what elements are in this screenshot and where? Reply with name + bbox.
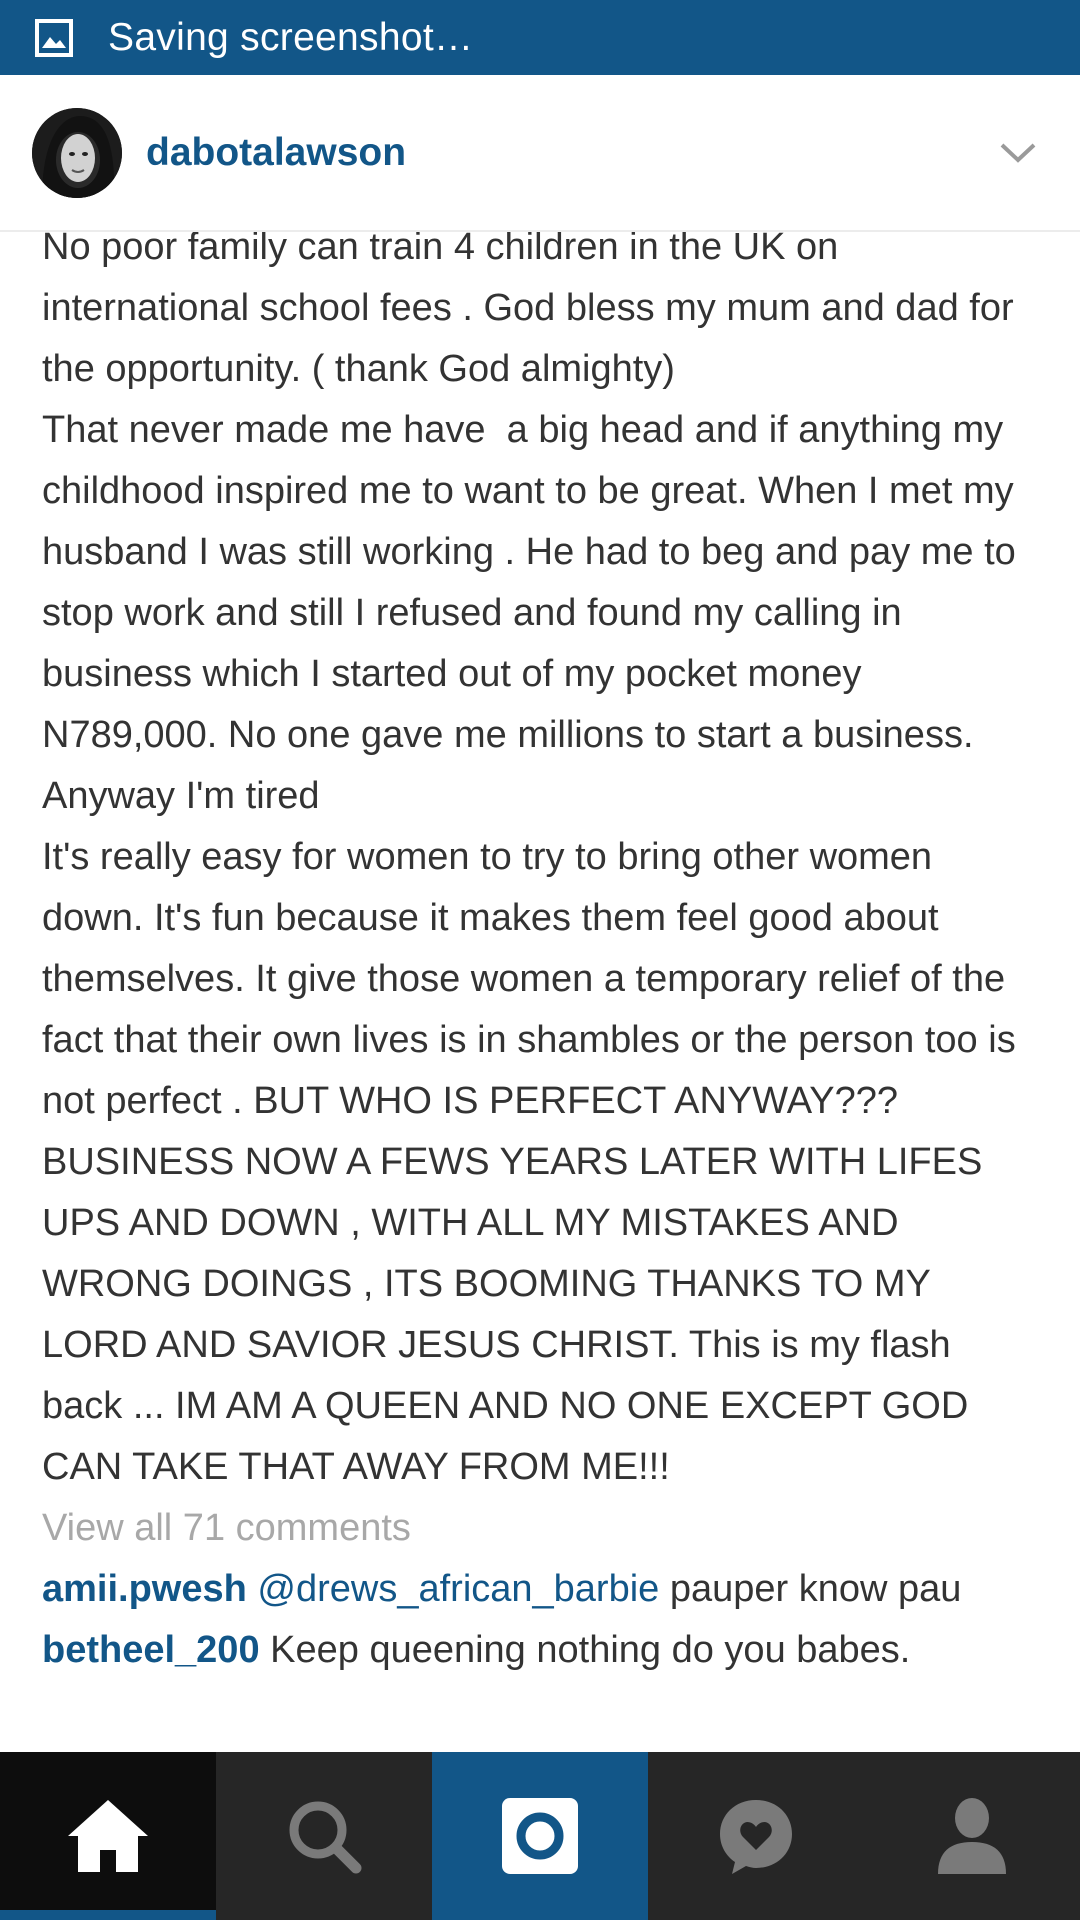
nav-home[interactable] bbox=[0, 1752, 216, 1920]
comment-text: Keep queening nothing do you babes. bbox=[259, 1629, 911, 1671]
nav-search[interactable] bbox=[216, 1752, 432, 1920]
post-username[interactable]: dabotalawson bbox=[146, 131, 988, 175]
notification-text: Saving screenshot… bbox=[108, 15, 474, 59]
camera-icon bbox=[500, 1796, 580, 1876]
image-icon bbox=[34, 18, 74, 58]
post-caption: No poor family can train 4 children in t… bbox=[42, 226, 1016, 1488]
comment-mention[interactable]: @drews_african_barbie bbox=[257, 1568, 659, 1610]
heart-bubble-icon bbox=[716, 1796, 796, 1876]
comment-username[interactable]: betheel_200 bbox=[42, 1629, 260, 1671]
comment-item: amii.pwesh @drews_african_barbie pauper … bbox=[0, 1559, 1080, 1620]
comment-item: betheel_200 Keep queening nothing do you… bbox=[0, 1620, 1080, 1681]
post-content[interactable]: No poor family can train 4 children in t… bbox=[0, 217, 1080, 1752]
comment-username[interactable]: amii.pwesh bbox=[42, 1568, 247, 1610]
search-icon bbox=[284, 1796, 364, 1876]
post-header: dabotalawson bbox=[0, 75, 1080, 232]
nav-camera[interactable] bbox=[432, 1752, 648, 1920]
nav-profile[interactable] bbox=[864, 1752, 1080, 1920]
avatar[interactable] bbox=[32, 107, 122, 198]
comment-text: pauper know pau bbox=[659, 1568, 962, 1610]
person-icon bbox=[936, 1796, 1008, 1876]
home-icon bbox=[66, 1798, 150, 1874]
bottom-navigation bbox=[0, 1752, 1080, 1920]
chevron-down-icon[interactable] bbox=[988, 123, 1048, 183]
nav-activity[interactable] bbox=[648, 1752, 864, 1920]
view-all-comments-link[interactable]: View all 71 comments bbox=[0, 1498, 1080, 1559]
notification-bar: Saving screenshot… bbox=[0, 0, 1080, 75]
